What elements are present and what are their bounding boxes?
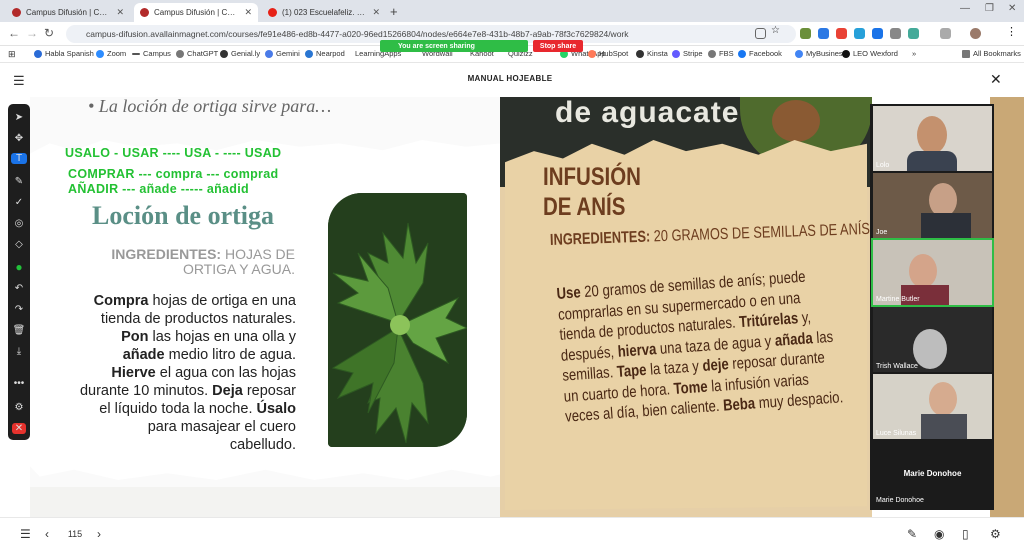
bookmark-item[interactable]: ChatGPT: [176, 49, 218, 58]
annotation-note: COMPRAR --- compra --- comprad: [68, 167, 279, 181]
close-tab-icon[interactable]: ✕: [116, 7, 124, 18]
bottom-bar: [0, 517, 1024, 550]
menu-list-icon[interactable]: ☰: [13, 73, 25, 89]
settings-gear-icon[interactable]: ⚙: [990, 527, 1001, 541]
more-bookmarks-icon[interactable]: »: [912, 49, 916, 58]
page-number: 115: [67, 529, 83, 539]
participant-tile[interactable]: Luce Silunas: [873, 374, 992, 439]
anise-recipe-body: Use 20 gramos de semillas de anís; puede…: [556, 268, 844, 426]
bookmark-item[interactable]: Facebook: [738, 49, 782, 58]
bookmark-item[interactable]: FBS: [708, 49, 734, 58]
next-page-icon[interactable]: ›: [97, 527, 101, 541]
move-icon[interactable]: ✥: [8, 133, 30, 144]
more-options-icon[interactable]: •••: [8, 378, 30, 389]
extension-icon[interactable]: [800, 28, 811, 39]
annotation-note: AÑADIR --- añade ----- añadid: [68, 182, 249, 196]
close-tab-icon[interactable]: ✕: [244, 7, 252, 18]
avocado-seed: [772, 100, 820, 142]
bookmark-star-icon[interactable]: ☆: [771, 25, 782, 36]
extension-icon[interactable]: [890, 28, 901, 39]
bookmark-item[interactable]: Kinsta: [636, 49, 668, 58]
recipe-body: Compra hojas de ortiga en una tienda de …: [79, 293, 296, 453]
extension-icon[interactable]: [818, 28, 829, 39]
pointer-icon[interactable]: ➤: [8, 112, 30, 123]
bookmark-item[interactable]: LEO Wexford: [842, 49, 898, 58]
redo-icon[interactable]: ↷: [8, 304, 30, 315]
bookmark-item[interactable]: Habla Spanish: [34, 49, 94, 58]
screen-sharing-banner: You are screen sharing: [380, 40, 528, 52]
profile-avatar[interactable]: [970, 28, 981, 39]
list-icon[interactable]: ☰: [20, 527, 31, 541]
extension-icon[interactable]: [836, 28, 847, 39]
screen-cast-icon[interactable]: [755, 28, 766, 39]
close-window-icon[interactable]: ✕: [1008, 3, 1016, 14]
nettle-leaves-image: [328, 193, 467, 447]
tab-campus-1[interactable]: Campus Difusión | Courses ✕: [6, 3, 130, 22]
minimize-icon[interactable]: —: [960, 3, 970, 14]
bookmark-item[interactable]: HubSpot: [588, 49, 628, 58]
checkmark-icon[interactable]: ✓: [8, 197, 30, 208]
annotation-note: USALO - USAR ---- USA - ---- USAD: [65, 146, 282, 160]
bookmark-item[interactable]: Campus: [132, 49, 171, 58]
close-tab-icon[interactable]: ✕: [372, 7, 380, 18]
all-bookmarks-folder[interactable]: All Bookmarks: [962, 49, 1021, 58]
prev-page-icon[interactable]: ‹: [45, 527, 49, 541]
extension-icon[interactable]: [908, 28, 919, 39]
bookmark-item[interactable]: MyBusiness: [795, 49, 846, 58]
youtube-favicon-icon: [268, 8, 277, 17]
eraser-icon[interactable]: ◇: [8, 239, 30, 250]
participant-tile[interactable]: Lolo: [873, 106, 992, 171]
bullet-question: • La loción de ortiga sirve para…: [88, 96, 332, 116]
anise-seeds-image: [990, 97, 1024, 517]
recipe-title: Loción de ortiga: [92, 201, 274, 230]
view-eye-icon[interactable]: ◉: [934, 527, 944, 541]
apps-grid-icon[interactable]: ⊞: [8, 49, 16, 60]
close-toolbar-icon[interactable]: ✕: [12, 423, 26, 434]
forward-icon[interactable]: →: [26, 26, 38, 40]
participant-tile[interactable]: Marie Donohoe Marie Donohoe: [873, 441, 992, 506]
extension-icon[interactable]: [872, 28, 883, 39]
back-icon[interactable]: ←: [8, 26, 20, 40]
reload-icon[interactable]: ↻: [44, 26, 54, 40]
ingredients: INGREDIENTES: HOJAS DE ORTIGA Y AGUA.: [111, 246, 295, 277]
download-icon[interactable]: ⤓: [8, 346, 30, 357]
bookmark-item[interactable]: Nearpod: [305, 49, 345, 58]
campus-favicon-icon: [12, 8, 21, 17]
close-icon[interactable]: ✕: [990, 71, 1002, 88]
target-icon[interactable]: ◎: [8, 218, 30, 229]
bookmark-item[interactable]: Zoom: [96, 49, 126, 58]
bookmark-item[interactable]: Stripe: [672, 49, 703, 58]
page-title: MANUAL HOJEABLE: [467, 74, 553, 83]
participant-tile[interactable]: Trish Wallace: [873, 307, 992, 372]
color-picker-icon[interactable]: ●: [8, 260, 30, 274]
bookmark-item[interactable]: Genial.ly: [220, 49, 260, 58]
stop-share-button[interactable]: Stop share: [533, 40, 583, 52]
browser-tab-bar: Campus Difusión | Courses ✕ Campus Difus…: [0, 0, 1024, 22]
pen-icon[interactable]: ✎: [8, 176, 30, 187]
extensions-puzzle-icon[interactable]: [940, 28, 951, 39]
maximize-icon[interactable]: ❐: [985, 3, 994, 14]
previous-recipe-title-fragment: de aguacate: [555, 96, 740, 129]
participant-tile[interactable]: Martine Butler: [871, 238, 994, 307]
bookmark-item[interactable]: Gemini: [265, 49, 300, 58]
notebook-icon[interactable]: ▯: [962, 527, 969, 541]
participant-tile[interactable]: Joe: [873, 173, 992, 238]
trash-icon[interactable]: 🗑: [8, 325, 30, 336]
tab-campus-2[interactable]: Campus Difusión | Courses ✕: [134, 3, 258, 22]
annotate-pen-icon[interactable]: ✎: [907, 527, 917, 541]
campus-favicon-icon: [140, 8, 149, 17]
text-tool-icon[interactable]: T: [11, 153, 27, 164]
undo-icon[interactable]: ↶: [8, 283, 30, 294]
chrome-menu-icon[interactable]: ⋮: [1006, 25, 1017, 38]
anise-recipe-title: INFUSIÓN DE ANÍS: [543, 163, 641, 221]
user-settings-icon[interactable]: ⚙: [8, 402, 30, 413]
new-tab-button[interactable]: +: [390, 4, 398, 19]
extension-icon[interactable]: [854, 28, 865, 39]
tab-youtube[interactable]: (1) 023 Escuelafeliz. BE HAPPY ... ✕: [262, 3, 386, 22]
